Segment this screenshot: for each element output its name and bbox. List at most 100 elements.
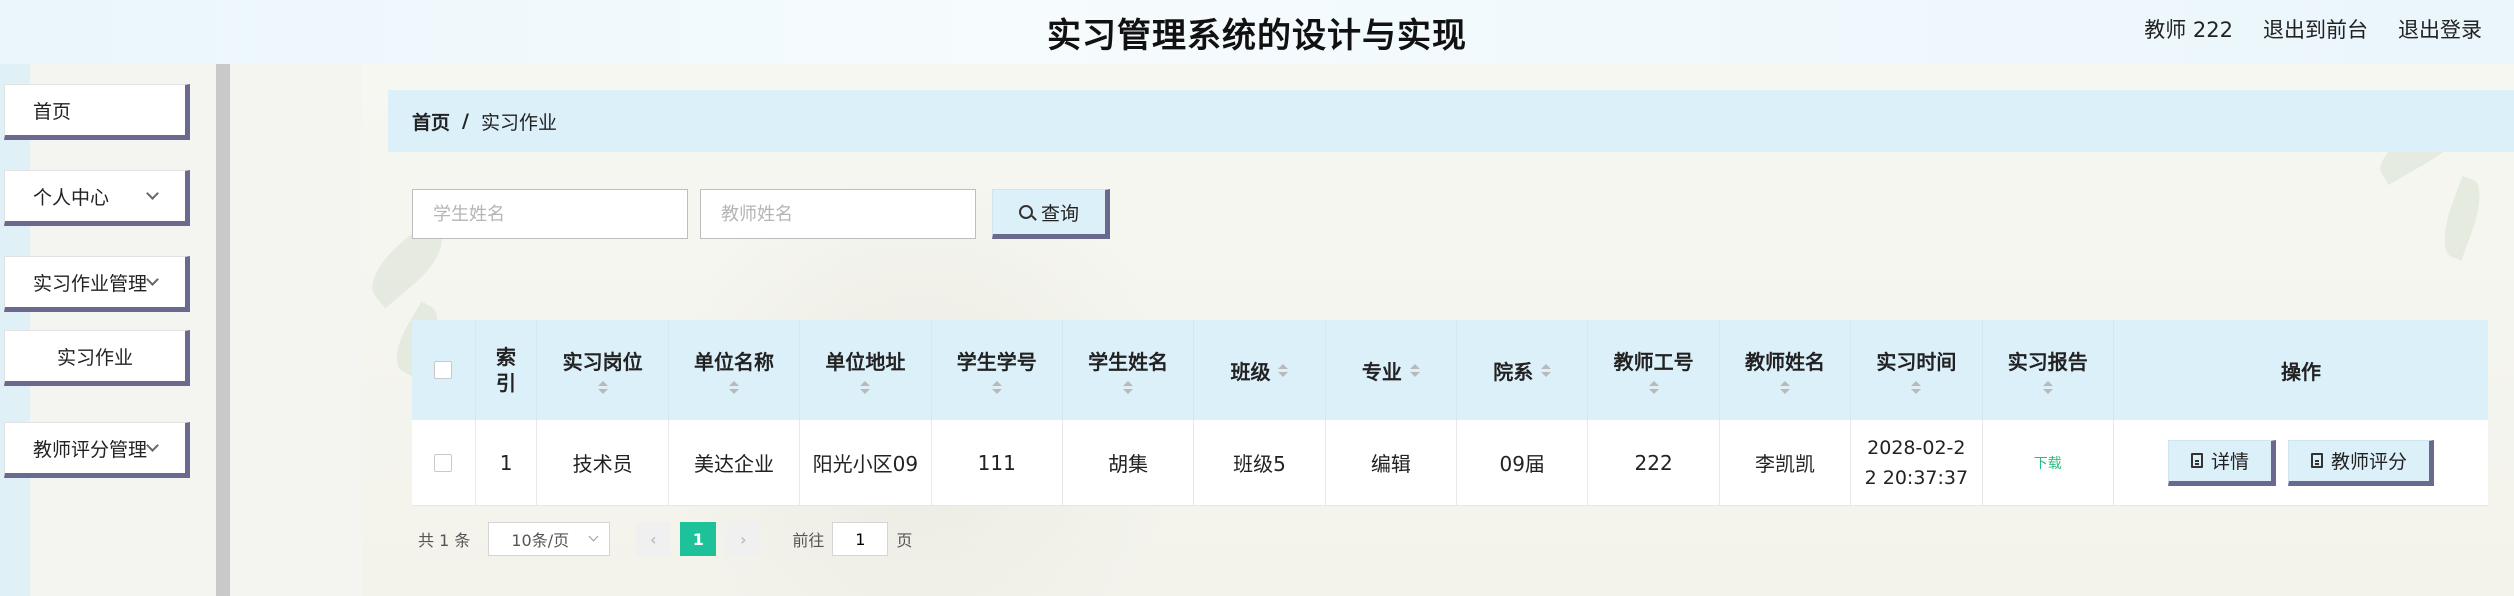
header-label: 实习岗位	[562, 350, 643, 374]
page-number-button[interactable]: 1	[680, 522, 717, 556]
header-label: 操作	[2281, 359, 2321, 384]
header-ops: 操作	[2114, 320, 2488, 420]
sidebar-subitem-internship-homework[interactable]: 实习作业	[4, 330, 190, 386]
teacher-name-input[interactable]	[700, 189, 976, 239]
teacher-score-button[interactable]: 教师评分	[2288, 439, 2435, 486]
logout-link[interactable]: 退出登录	[2398, 14, 2482, 44]
document-icon	[2190, 453, 2203, 468]
sidebar-item-label: 实习作业管理	[33, 272, 148, 295]
cell-ops: 详情 教师评分	[2114, 420, 2488, 505]
sort-icon	[860, 381, 871, 394]
header-teacher-no[interactable]: 教师工号	[1588, 320, 1720, 420]
cell-post: 技术员	[537, 420, 669, 505]
chevron-right-icon: ›	[740, 529, 747, 549]
header-links: 教师 222 退出到前台 退出登录	[2144, 14, 2482, 44]
row-checkbox[interactable]	[434, 453, 453, 472]
sidebar-item-label: 教师评分管理	[33, 438, 148, 461]
prev-page-button[interactable]: ‹	[636, 522, 671, 556]
detail-button[interactable]: 详情	[2167, 439, 2276, 486]
header-student-name[interactable]: 学生姓名	[1063, 320, 1195, 420]
header-label: 教师工号	[1613, 350, 1694, 374]
student-name-input[interactable]	[412, 189, 688, 239]
cell-dept: 09届	[1457, 420, 1589, 505]
select-all-checkbox[interactable]	[434, 361, 453, 379]
sidebar-item-teacher-score-mgmt[interactable]: 教师评分管理	[4, 422, 190, 478]
sort-icon	[1409, 363, 1420, 377]
user-label: 教师 222	[2144, 18, 2233, 42]
header-teacher-name[interactable]: 教师姓名	[1720, 320, 1852, 420]
cell-teacher-no: 222	[1588, 420, 1720, 505]
cell-class: 班级5	[1194, 420, 1326, 505]
pagination: 共 1 条 10条/页 ‹ 1 › 前往 页	[418, 522, 912, 556]
breadcrumb-separator: /	[462, 110, 469, 132]
cell-major: 编辑	[1326, 420, 1458, 505]
goto-page-input[interactable]	[832, 522, 889, 556]
header-post[interactable]: 实习岗位	[537, 320, 669, 420]
goto-label: 前往	[792, 531, 825, 550]
sort-icon	[597, 381, 608, 394]
sort-icon	[2042, 381, 2053, 394]
next-page-button[interactable]: ›	[726, 522, 761, 556]
header-report[interactable]: 实习报告	[1983, 320, 2114, 420]
search-button[interactable]: 查询	[992, 189, 1110, 239]
sort-icon	[1278, 363, 1289, 377]
sort-icon	[1911, 381, 1922, 394]
sidebar-item-home[interactable]: 首页	[4, 84, 190, 140]
breadcrumb: 首页 / 实习作业	[388, 90, 2514, 152]
header-student-no[interactable]: 学生学号	[932, 320, 1063, 420]
chevron-down-icon	[146, 187, 159, 200]
sort-icon	[991, 381, 1002, 394]
header-class[interactable]: 班级	[1194, 320, 1326, 420]
exit-to-frontend-link[interactable]: 退出到前台	[2263, 14, 2368, 44]
header-inline: 专业	[1362, 356, 1420, 385]
table-header-row: 索引 实习岗位 单位名称 单位地址 学生学号 学生姓名 班级 专业 院系 教师工…	[412, 320, 2488, 420]
header-label: 单位名称	[693, 350, 774, 374]
chevron-left-icon: ‹	[650, 529, 657, 549]
header-major[interactable]: 专业	[1326, 320, 1458, 420]
header-address[interactable]: 单位地址	[800, 320, 932, 420]
system-title: 实习管理系统的设计与实现	[1047, 16, 1467, 56]
sidebar-item-label: 个人中心	[33, 186, 110, 209]
search-button-label: 查询	[1040, 202, 1079, 225]
teacher-score-button-label: 教师评分	[2331, 451, 2408, 473]
search-icon	[1018, 205, 1033, 219]
header-label: 实习报告	[2007, 350, 2088, 374]
header-label: 学生学号	[956, 350, 1037, 374]
sort-icon	[728, 381, 739, 394]
detail-button-label: 详情	[2210, 451, 2249, 473]
header-time[interactable]: 实习时间	[1851, 320, 1983, 420]
page-unit-label: 页	[896, 531, 913, 550]
header-label: 院系	[1493, 359, 1534, 384]
header-label: 索引	[496, 345, 517, 395]
cell-student-no: 111	[932, 420, 1063, 505]
cell-index: 1	[476, 420, 538, 505]
download-report-link[interactable]: 下载	[2034, 453, 2062, 473]
cell-address: 阳光小区09	[800, 420, 932, 505]
header-index: 索引	[476, 320, 538, 420]
chevron-down-icon	[146, 273, 159, 286]
sidebar-item-internship-homework-mgmt[interactable]: 实习作业管理	[4, 256, 190, 312]
cell-time: 2028-02-2 2 20:37:37	[1851, 420, 1983, 505]
sort-icon	[1648, 381, 1659, 394]
sidebar-item-label: 实习作业	[56, 346, 133, 369]
homework-table: 索引 实习岗位 单位名称 单位地址 学生学号 学生姓名 班级 专业 院系 教师工…	[412, 320, 2488, 506]
header-dept[interactable]: 院系	[1457, 320, 1589, 420]
header-label: 学生姓名	[1088, 350, 1169, 374]
chevron-down-icon	[146, 439, 159, 452]
document-icon	[2311, 453, 2323, 468]
cell-teacher-name: 李凯凯	[1720, 420, 1852, 505]
header-company[interactable]: 单位名称	[669, 320, 801, 420]
header-label: 单位地址	[825, 350, 906, 374]
breadcrumb-home[interactable]: 首页	[412, 108, 450, 135]
sidebar-item-personal-center[interactable]: 个人中心	[4, 170, 190, 226]
header-inline: 院系	[1493, 356, 1552, 385]
sort-icon	[1123, 381, 1134, 394]
sidebar-divider	[216, 64, 230, 596]
sort-icon	[1541, 363, 1552, 377]
header-inline: 班级	[1230, 356, 1289, 385]
row-select	[412, 420, 476, 505]
decor-leaf	[2435, 175, 2489, 261]
page-size-select[interactable]: 10条/页	[488, 522, 611, 556]
header-label: 专业	[1361, 359, 1402, 384]
pagination-total: 共 1 条	[418, 531, 471, 550]
